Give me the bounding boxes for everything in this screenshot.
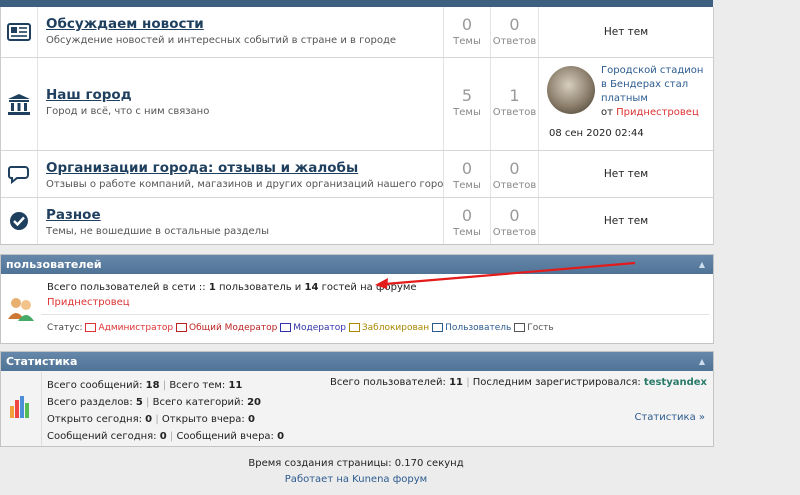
stat-label: Всего разделов: (47, 397, 133, 408)
forum-title-link[interactable]: Разное (46, 206, 101, 224)
stat-label: Последним зарегистрировался: (472, 377, 641, 388)
online-guests-count: 14 (304, 282, 319, 293)
stat-value: 0 (159, 431, 167, 442)
legend-label: Пользователь (445, 323, 512, 333)
stat-value: 0 (145, 414, 153, 425)
forum-row: Разное Темы, не вошедшие в остальные раз… (1, 198, 713, 245)
bar-chart-icon (9, 394, 31, 422)
legend-guest: Гость (514, 323, 554, 333)
online-mid: пользователь и (215, 282, 305, 293)
legend-label: Модератор (293, 323, 346, 333)
statistics-header: Статистика ▲ (1, 352, 713, 371)
online-summary: Всего пользователей в сети :: 1 пользова… (47, 282, 417, 293)
forum-title-link[interactable]: Организации города: отзывы и жалобы (46, 159, 358, 177)
forum-description: Город и всё, что с ним связано (46, 106, 210, 117)
annotation-arrow (375, 261, 636, 289)
topics-count: 0 (461, 15, 473, 34)
last-post-author-link[interactable]: Приднестровец (616, 107, 699, 118)
last-post-from: от (601, 107, 613, 118)
stat-label: Всего тем: (169, 380, 226, 391)
forum-title-link[interactable]: Наш город (46, 86, 132, 104)
users-group-icon (7, 295, 35, 325)
forum-title-link[interactable]: Обсуждаем новости (46, 15, 204, 33)
newspaper-icon (1, 7, 38, 57)
legend-user: Пользователь (432, 323, 511, 333)
forum-description: Отзывы о работе компаний, магазинов и др… (46, 179, 444, 190)
forum-row: Наш город Город и всё, что с ним связано… (1, 58, 713, 151)
topics-count: 0 (461, 159, 473, 178)
replies-count: 0 (509, 206, 520, 225)
legend-mod: Модератор (280, 323, 346, 333)
replies-label: Ответов (492, 36, 537, 47)
stat-value: 11 (449, 377, 463, 388)
online-users-count: 1 (208, 282, 216, 293)
powered-by-link[interactable]: Работает на Kunena форум (0, 474, 712, 485)
stat-label: Сообщений вчера: (176, 431, 274, 442)
status-label: Статус: (47, 323, 83, 333)
legend-label: Общий Модератор (188, 323, 278, 333)
stat-label: Открыто вчера: (161, 414, 245, 425)
users-online-title: пользователей (6, 258, 102, 271)
topics-label: Темы (453, 180, 481, 191)
legend-admin: Администратор (85, 323, 173, 333)
legend-label: Администратор (98, 323, 174, 333)
page-time: Время создания страницы: 0.170 секунд (248, 458, 464, 469)
forum-description: Обсуждение новостей и интересных событий… (46, 35, 397, 46)
replies-label: Ответов (492, 180, 537, 191)
avatar[interactable] (547, 66, 595, 114)
topics-count: 5 (461, 86, 473, 105)
check-circle-icon (1, 198, 38, 244)
stat-value: 0 (277, 431, 285, 442)
no-topics-text: Нет тем (603, 168, 649, 180)
topics-label: Темы (453, 107, 481, 118)
last-post-title-link[interactable]: Городской стадион в Бендерах стал платны… (601, 65, 703, 104)
last-registered-user-link[interactable]: testyandex (644, 377, 707, 388)
online-prefix: Всего пользователей в сети :: (47, 282, 209, 293)
stat-label: Всего пользователей: (330, 377, 446, 388)
replies-label: Ответов (492, 107, 537, 118)
no-topics-text: Нет тем (603, 215, 649, 227)
statistics-section: Статистика ▲ Всего сообщений: 18 | Всего… (0, 351, 714, 447)
no-topics-text: Нет тем (603, 26, 649, 38)
legend-label: Гость (527, 323, 554, 333)
stat-label: Всего категорий: (152, 397, 244, 408)
statistics-title: Статистика (6, 355, 78, 368)
stat-label: Сообщений сегодня: (47, 431, 157, 442)
legend-label: Заблокирован (361, 323, 430, 333)
stats-right: Всего пользователей: 11 | Последним заре… (330, 377, 707, 388)
status-legend: Статус: Администратор Общий Модератор Мо… (47, 323, 554, 333)
stats-left: Всего сообщений: 18 | Всего тем: 11 Всег… (47, 380, 285, 442)
stat-label: Открыто сегодня: (47, 414, 142, 425)
topics-label: Темы (453, 227, 481, 238)
replies-count: 0 (509, 15, 520, 34)
collapse-icon[interactable]: ▲ (699, 352, 705, 371)
legend-global-mod: Общий Модератор (175, 323, 278, 333)
replies-label: Ответов (492, 227, 537, 238)
legend-banned: Заблокирован (348, 323, 430, 333)
replies-count: 0 (509, 159, 520, 178)
forum-list: Обсуждаем новости Обсуждение новостей и … (0, 7, 714, 245)
topics-count: 0 (461, 206, 473, 225)
stat-value: 18 (145, 380, 160, 391)
stat-label: Всего сообщений: (47, 380, 143, 391)
category-header-bar (0, 0, 713, 7)
stat-value: 20 (247, 397, 262, 408)
bank-icon (1, 58, 38, 150)
stat-value: 5 (135, 397, 143, 408)
online-user-link[interactable]: Приднестровец (47, 297, 130, 308)
collapse-icon[interactable]: ▲ (699, 255, 705, 274)
topics-label: Темы (453, 36, 481, 47)
forum-row: Организации города: отзывы и жалобы Отзы… (1, 151, 713, 198)
stat-value: 11 (228, 380, 243, 391)
stat-value: 0 (247, 414, 255, 425)
forum-description: Темы, не вошедшие в остальные разделы (46, 226, 269, 237)
statistics-more-link[interactable]: Статистика » (634, 412, 705, 423)
forum-row: Обсуждаем новости Обсуждение новостей и … (1, 7, 713, 58)
chat-icon (1, 151, 38, 197)
replies-count: 1 (509, 86, 520, 105)
last-post-date: 08 сен 2020 02:44 (549, 128, 644, 139)
